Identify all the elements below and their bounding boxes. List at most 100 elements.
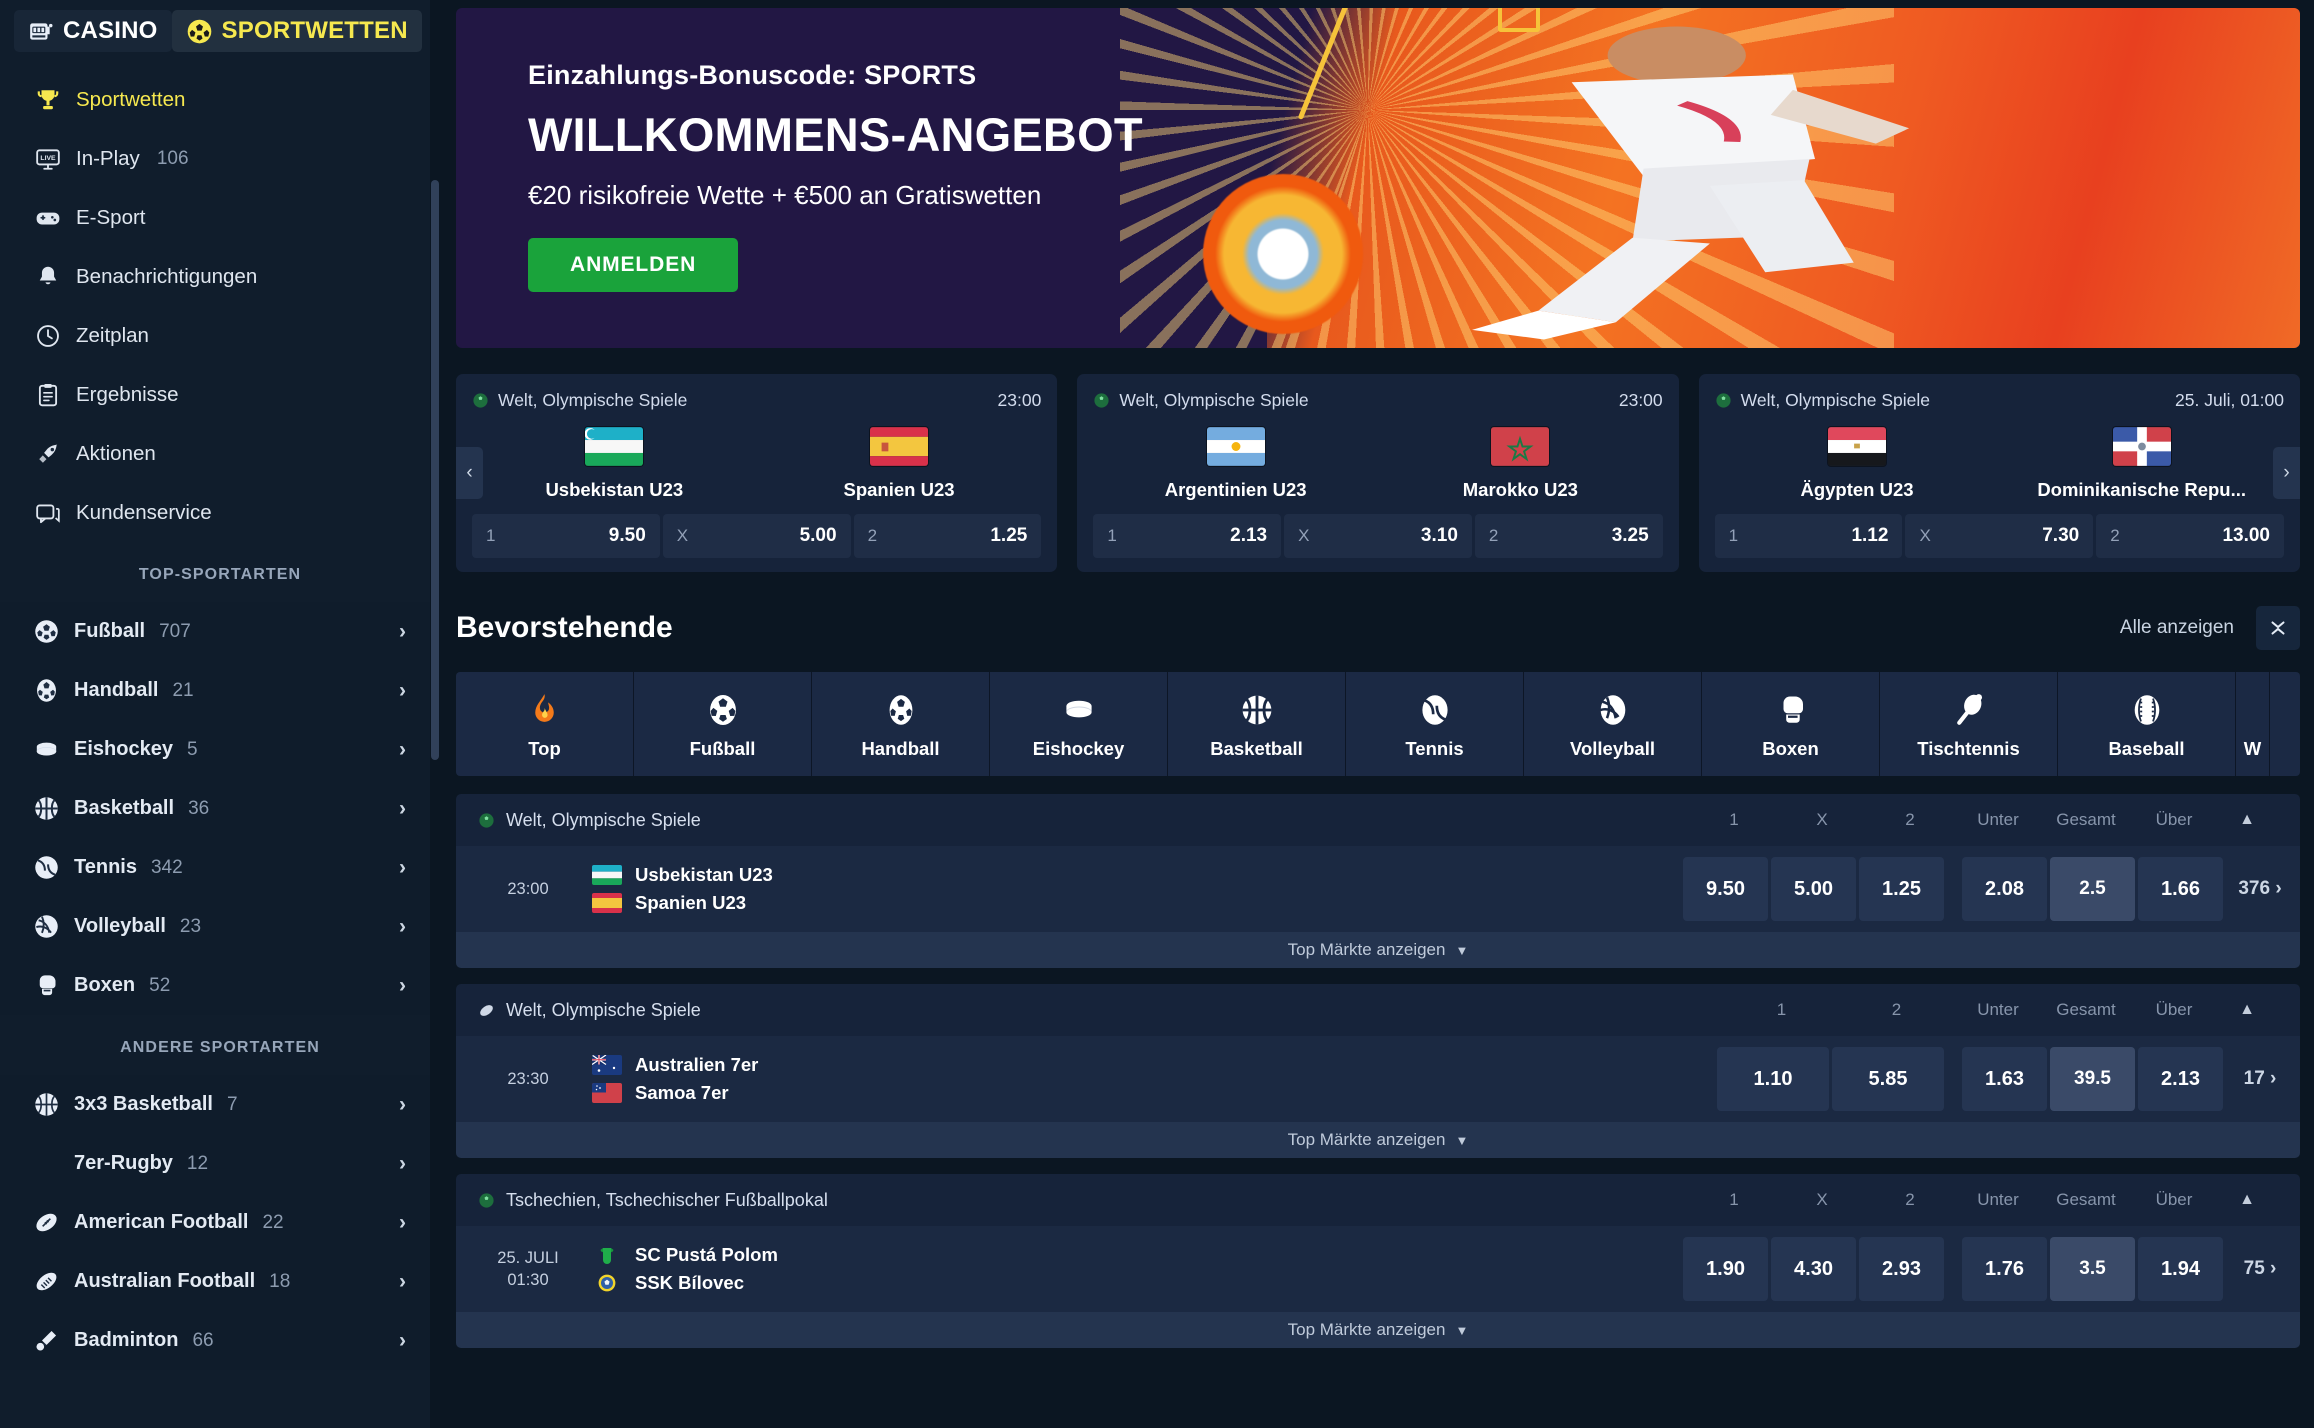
sidebar-item-zeitplan[interactable]: Zeitplan	[0, 306, 440, 365]
odd-button-1[interactable]: 1 1.12	[1714, 514, 1903, 558]
event-row[interactable]: 23:00 Usbekistan U23 Spanien U23 9.50 5.…	[456, 846, 2300, 932]
sidebar-item-sportwetten[interactable]: Sportwetten	[0, 70, 440, 129]
odd-key: 1	[1107, 526, 1117, 545]
sidebar-scrollbar-thumb[interactable]	[431, 180, 439, 760]
brand-tab-casino[interactable]: CASINO	[14, 10, 172, 52]
more-markets-link[interactable]: 17 ›	[2226, 1068, 2294, 1090]
sidebar-item-7er-rugby[interactable]: 7er-Rugby 12 ›	[0, 1134, 440, 1193]
team-name: Spanien U23	[635, 892, 747, 913]
column-header: X	[1816, 810, 1828, 829]
odd-button-2[interactable]: 1.25	[1859, 857, 1944, 921]
odd-button-2[interactable]: 2 1.25	[853, 514, 1042, 558]
odd-button-over[interactable]: 1.94	[2138, 1237, 2223, 1301]
event-group-header[interactable]: Welt, Olympische Spiele 1 2 Unter Gesamt…	[456, 984, 2300, 1036]
sidebar-item-3x3-basketball[interactable]: 3x3 Basketball 7 ›	[0, 1075, 440, 1134]
featured-match-card[interactable]: Welt, Olympische Spiele 23:00 Argentinie…	[1077, 374, 1679, 572]
banner-subtitle: €20 risikofreie Wette + €500 an Gratiswe…	[528, 180, 1042, 210]
top-markets-toggle[interactable]: Top Märkte anzeigen ▼	[456, 932, 2300, 968]
sidebar-item-count: 707	[159, 620, 191, 642]
brand-tab-sportwetten[interactable]: SPORTWETTEN	[171, 10, 422, 52]
collapse-icon[interactable]	[2256, 606, 2300, 650]
event-row[interactable]: 23:30 Australien 7er Samoa 7er 1.10 5.85…	[456, 1036, 2300, 1122]
other-sports-heading: ANDERE SPORTARTEN	[120, 1039, 320, 1056]
sidebar-item-kundenservice[interactable]: Kundenservice	[0, 483, 440, 542]
sidebar-item-australian-football[interactable]: Australian Football 18 ›	[0, 1252, 440, 1311]
promo-banner[interactable]: Einzahlungs-Bonuscode: SPORTS WILLKOMMEN…	[456, 8, 2300, 348]
tab-eishockey[interactable]: Eishockey	[990, 672, 1168, 776]
odd-button-over[interactable]: 2.13	[2138, 1047, 2223, 1111]
soccer-ball-icon	[705, 688, 741, 728]
card-league-name: Welt, Olympische Spiele	[498, 390, 688, 410]
carousel-prev-button[interactable]: ‹	[456, 447, 483, 499]
sidebar-item-in-play[interactable]: LIVE In-Play 106	[0, 129, 440, 188]
sidebar-item-american-football[interactable]: American Football 22 ›	[0, 1193, 440, 1252]
event-group-header[interactable]: Welt, Olympische Spiele 1 X 2 Unter Gesa…	[456, 794, 2300, 846]
tab-fussball[interactable]: Fußball	[634, 672, 812, 776]
more-markets-link[interactable]: 75 ›	[2226, 1258, 2294, 1280]
tab-baseball[interactable]: Baseball	[2058, 672, 2236, 776]
odd-button-under[interactable]: 2.08	[1962, 857, 2047, 921]
odd-button-1[interactable]: 1.90	[1683, 1237, 1768, 1301]
odd-button-1[interactable]: 1 2.13	[1093, 514, 1282, 558]
tab-tennis[interactable]: Tennis	[1346, 672, 1524, 776]
sidebar-item-aktionen[interactable]: Aktionen	[0, 424, 440, 483]
odd-button-x[interactable]: X 7.30	[1905, 514, 2094, 558]
top-markets-toggle[interactable]: Top Märkte anzeigen ▼	[456, 1312, 2300, 1348]
crest-green-icon	[592, 1245, 622, 1265]
sidebar-item-volleyball[interactable]: Volleyball 23 ›	[0, 897, 440, 956]
app-root: CASINO SPORTWETTEN Sportwetten LIVE In-P…	[0, 0, 2314, 1428]
odd-button-1[interactable]: 1.10	[1717, 1047, 1829, 1111]
chevron-up-icon[interactable]: ▲	[2218, 1001, 2276, 1019]
sidebar-item-ergebnisse[interactable]: Ergebnisse	[0, 365, 440, 424]
soccer-ball-icon	[186, 18, 213, 45]
odd-value: 3.10	[1420, 525, 1458, 546]
clock-icon	[34, 322, 61, 349]
sidebar-item-tennis[interactable]: Tennis 342 ›	[0, 838, 440, 897]
tab-handball[interactable]: Handball	[812, 672, 990, 776]
odd-button-1[interactable]: 9.50	[1683, 857, 1768, 921]
sidebar-item-badminton[interactable]: Badminton 66 ›	[0, 1311, 440, 1370]
tab-top[interactable]: Top	[456, 672, 634, 776]
sidebar-item-eishockey[interactable]: Eishockey 5 ›	[0, 720, 440, 779]
odd-button-2[interactable]: 5.85	[1832, 1047, 1944, 1111]
event-row[interactable]: 25. JULI 01:30 SC Pustá Polom SSK Bílove…	[456, 1226, 2300, 1312]
top-markets-toggle[interactable]: Top Märkte anzeigen ▼	[456, 1122, 2300, 1158]
odd-button-x[interactable]: 5.00	[1771, 857, 1856, 921]
sidebar-item-benachrichtigungen[interactable]: Benachrichtigungen	[0, 247, 440, 306]
tab-boxen[interactable]: Boxen	[1702, 672, 1880, 776]
odd-button-x[interactable]: X 3.10	[1284, 514, 1472, 558]
odd-button-1[interactable]: 1 9.50	[472, 514, 660, 558]
sidebar-scrollbar-track[interactable]	[430, 0, 440, 1428]
sidebar-item-handball[interactable]: Handball 21 ›	[0, 661, 440, 720]
upcoming-events: Welt, Olympische Spiele 1 X 2 Unter Gesa…	[456, 794, 2300, 1348]
carousel-next-button[interactable]: ›	[2272, 447, 2300, 499]
tab-partial-next[interactable]: W	[2236, 672, 2270, 776]
sidebar-item-boxen[interactable]: Boxen 52 ›	[0, 956, 440, 1015]
featured-match-card[interactable]: ‹ Welt, Olympische Spiele 23:00 Usbekist…	[456, 374, 1058, 572]
odd-button-x[interactable]: X 5.00	[662, 514, 851, 558]
anmelden-button[interactable]: ANMELDEN	[528, 238, 739, 292]
sidebar-item-basketball[interactable]: Basketball 36 ›	[0, 779, 440, 838]
sport-tabs: Top Fußball Handball Eishockey Basketbal…	[456, 672, 2300, 776]
sidebar-item-fussball[interactable]: Fußball 707 ›	[0, 602, 440, 661]
tab-volleyball[interactable]: Volleyball	[1524, 672, 1702, 776]
odd-button-2[interactable]: 2 13.00	[2096, 514, 2284, 558]
show-all-link[interactable]: Alle anzeigen	[2120, 617, 2234, 639]
odd-button-under[interactable]: 1.76	[1962, 1237, 2047, 1301]
odd-button-2[interactable]: 2.93	[1859, 1237, 1944, 1301]
tab-basketball[interactable]: Basketball	[1168, 672, 1346, 776]
odd-button-over[interactable]: 1.66	[2138, 857, 2223, 921]
event-group-header[interactable]: Tschechien, Tschechischer Fußballpokal 1…	[456, 1174, 2300, 1226]
team-name: SC Pustá Polom	[635, 1244, 778, 1265]
sidebar-item-e-sport[interactable]: E-Sport	[0, 188, 440, 247]
more-markets-link[interactable]: 376 ›	[2226, 878, 2294, 900]
odd-button-x[interactable]: 4.30	[1771, 1237, 1856, 1301]
bell-icon	[34, 263, 61, 290]
featured-match-card[interactable]: › Welt, Olympische Spiele 25. Juli, 01:0…	[1698, 374, 2300, 572]
chevron-up-icon[interactable]: ▲	[2218, 1191, 2276, 1209]
team-name: Dominikanische Repu...	[2037, 479, 2246, 500]
chevron-up-icon[interactable]: ▲	[2218, 811, 2276, 829]
odd-button-2[interactable]: 2 3.25	[1474, 514, 1663, 558]
tab-tischtennis[interactable]: Tischtennis	[1880, 672, 2058, 776]
odd-button-under[interactable]: 1.63	[1962, 1047, 2047, 1111]
